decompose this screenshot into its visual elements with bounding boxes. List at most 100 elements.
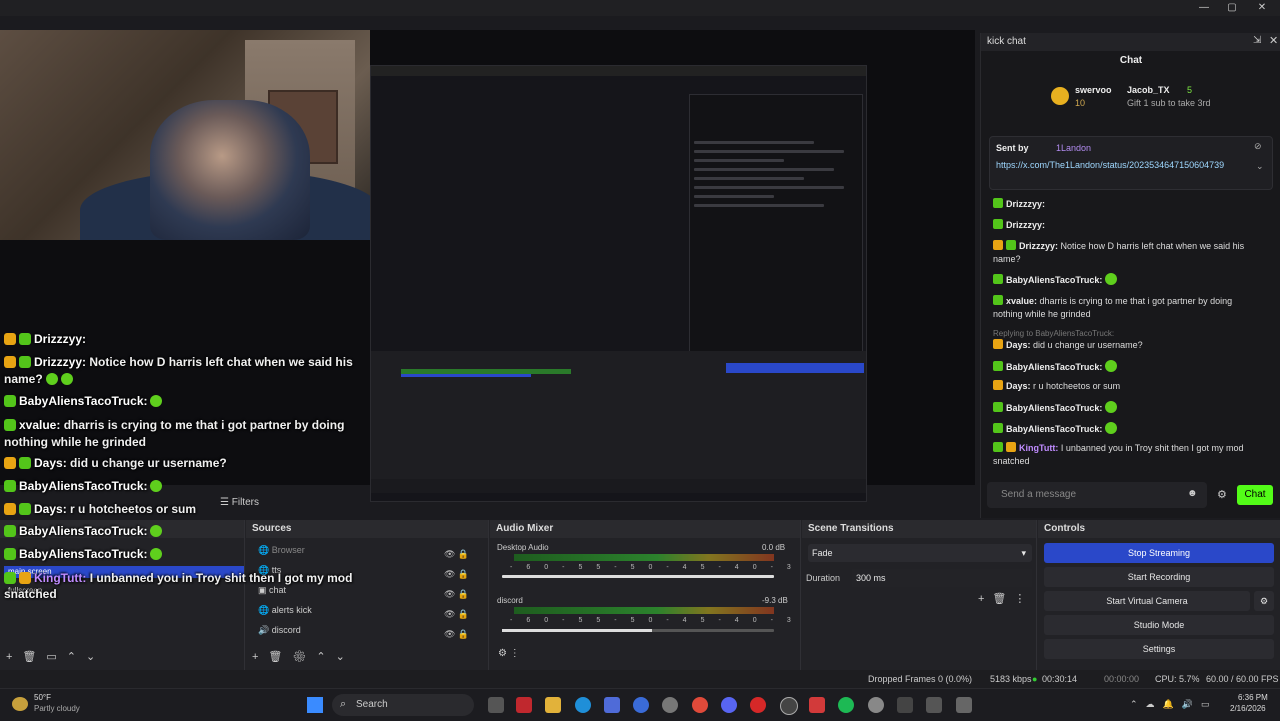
discord-meter xyxy=(514,607,774,614)
gift-coin-icon xyxy=(1051,87,1069,105)
overlay-chat-line: KingTutt: I unbanned you in Troy shit th… xyxy=(4,571,353,601)
chat-message: Drizzzyy: Notice how D harris left chat … xyxy=(993,240,1245,264)
nested-obs-dock xyxy=(371,351,866,491)
scene-toolbar[interactable]: +🗑▭⌃⌄ xyxy=(6,650,105,663)
source-toolbar[interactable]: +🗑⚙⌃⌄ xyxy=(252,650,355,663)
chat-tab-title: Chat xyxy=(1119,55,1143,66)
task-view-icon[interactable] xyxy=(488,697,504,713)
kick-chat-window: kick chat ⇲ ✕ Chat swervoo 10 Jacob_TX 5… xyxy=(980,33,1280,518)
webcam-feed xyxy=(0,30,370,240)
obs-icon[interactable] xyxy=(780,697,798,715)
pinned-amount: 10 xyxy=(1075,98,1086,108)
settings-icon[interactable] xyxy=(662,697,678,713)
source-item-discord[interactable]: 🔊 discord xyxy=(258,625,301,636)
pinned-link[interactable]: https://x.com/The1Landon/status/20235346… xyxy=(996,159,1246,171)
duration-label: Duration xyxy=(806,573,841,583)
chevron-down-icon[interactable]: ⌄ xyxy=(1256,161,1264,172)
dropped-frames: Dropped Frames 0 (0.0%) xyxy=(868,674,973,684)
pin-icon[interactable]: ⊘ xyxy=(1254,141,1262,152)
system-tray-icons[interactable]: ⌃☁🔔🔊▭ xyxy=(1130,699,1217,710)
popout-icon[interactable]: ⇲ xyxy=(1253,35,1261,46)
taskbar-date[interactable]: 2/16/2026 xyxy=(1230,704,1266,713)
maximize-button[interactable]: ▢ xyxy=(1218,0,1246,16)
sources-header: Sources xyxy=(246,520,488,538)
file-explorer-icon[interactable] xyxy=(545,697,561,713)
overlay-chat-line: Days: r u hotcheetos or sum xyxy=(4,502,196,516)
chevron-down-icon: ▾ xyxy=(1021,548,1026,558)
start-recording-button[interactable]: Start Recording xyxy=(1044,567,1274,587)
weather-icon[interactable] xyxy=(12,697,28,711)
pinned-gift-text: Gift 1 sub to take 3rd xyxy=(1127,98,1211,108)
taskbar-search[interactable]: ⌕ Search xyxy=(332,694,474,716)
desktop-audio-slider[interactable] xyxy=(502,575,774,578)
source-item-browser[interactable]: 🌐 Browser xyxy=(258,545,305,556)
close-icon[interactable]: ✕ xyxy=(1269,34,1278,47)
edge-icon[interactable] xyxy=(575,697,591,713)
pinned-user: swervoo xyxy=(1075,85,1112,95)
bitrate: 5183 kbps xyxy=(990,674,1032,684)
filters-button[interactable]: ☰ Filters xyxy=(220,497,259,508)
close-button[interactable]: ✕ xyxy=(1248,0,1276,16)
cpu-usage: CPU: 5.7% xyxy=(1155,674,1200,684)
emoji-icon[interactable]: ☻ xyxy=(1187,488,1198,499)
channel-desktop-audio-db: 0.0 dB xyxy=(762,543,786,552)
app-icon[interactable] xyxy=(516,697,532,713)
weather-desc[interactable]: Partly cloudy xyxy=(34,704,80,713)
app-icon[interactable] xyxy=(926,697,942,713)
app-icon[interactable] xyxy=(897,697,913,713)
mixer-settings-icon[interactable]: ⚙ ⋮ xyxy=(498,648,520,659)
pinned-user-2: Jacob_TX xyxy=(1127,85,1170,95)
audio-mixer-header: Audio Mixer xyxy=(490,520,800,538)
transition-select[interactable]: Fade ▾ xyxy=(808,544,1032,562)
obs-title-bar: — ▢ ✕ xyxy=(0,0,1280,16)
controls-header: Controls xyxy=(1038,520,1280,538)
kick-chat-window-title: kick chat xyxy=(987,36,1026,47)
app-icon[interactable] xyxy=(633,697,649,713)
transition-toolbar[interactable]: +🗑⋮ xyxy=(978,592,1033,605)
app-icon[interactable] xyxy=(809,697,825,713)
virtual-camera-settings-icon[interactable]: ⚙ xyxy=(1254,591,1274,611)
overlay-chat-line: Days: did u change ur username? xyxy=(4,456,227,470)
audio-mixer-panel: Audio Mixer Desktop Audio 0.0 dB -60-55-… xyxy=(490,520,1153,670)
minimize-button[interactable]: — xyxy=(1190,0,1218,16)
nested-screen-capture xyxy=(370,65,867,502)
start-windows-icon[interactable] xyxy=(307,697,323,713)
chat-message: xvalue: dharris is crying to me that i g… xyxy=(993,295,1233,319)
stream-preview[interactable]: Drizzzyy: Drizzzyy: Notice how D harris … xyxy=(0,30,975,502)
studio-mode-button[interactable]: Studio Mode xyxy=(1044,615,1274,635)
discord-slider[interactable] xyxy=(502,629,774,632)
chat-input[interactable]: Send a message ☻ xyxy=(987,482,1207,508)
weather-temp[interactable]: 50°F xyxy=(34,693,51,702)
record-app-icon[interactable] xyxy=(750,697,766,713)
pinned-link-card[interactable]: Sent by 1Landon https://x.com/The1Landon… xyxy=(989,136,1273,190)
settings-icon[interactable]: ⚙ xyxy=(1217,488,1227,501)
nested-kick-chat xyxy=(689,94,863,381)
chat-message: BabyAliensTacoTruck: xyxy=(993,422,1263,436)
chat-message: Days: r u hotcheetos or sum xyxy=(993,380,1263,393)
chat-send-button[interactable]: Chat xyxy=(1237,485,1273,505)
overlay-chat-line: BabyAliensTacoTruck: xyxy=(4,547,163,561)
store-icon[interactable] xyxy=(604,697,620,713)
start-virtual-camera-button[interactable]: Start Virtual Camera xyxy=(1044,591,1250,611)
live-time: 00:30:14 xyxy=(1042,674,1078,684)
chat-message: BabyAliensTacoTruck: xyxy=(993,360,1263,374)
windows-taskbar: 50°F Partly cloudy ⌕ Search ⌃☁🔔🔊▭ 6:36 P… xyxy=(0,688,1280,721)
stop-streaming-button[interactable]: Stop Streaming xyxy=(1044,543,1274,563)
spotify-icon[interactable] xyxy=(838,697,854,713)
overlay-chat-line: BabyAliensTacoTruck: xyxy=(4,394,163,408)
app-icon[interactable] xyxy=(956,697,972,713)
status-bar: Dropped Frames 0 (0.0%) 5183 kbps ● 00:3… xyxy=(0,670,1280,688)
chrome-icon[interactable] xyxy=(692,697,708,713)
scene-transitions-header: Scene Transitions xyxy=(802,520,1036,538)
duration-input[interactable]: 300 ms xyxy=(852,569,1032,587)
gear-icon[interactable] xyxy=(868,697,884,713)
settings-button[interactable]: Settings xyxy=(1044,639,1274,659)
chat-input-placeholder: Send a message xyxy=(1001,489,1077,500)
taskbar-time[interactable]: 6:36 PM xyxy=(1238,693,1268,702)
streamer-face xyxy=(150,100,310,240)
overlay-chat-line: BabyAliensTacoTruck: xyxy=(4,524,163,538)
source-visibility-icons[interactable]: 👁 🔒 👁 🔒 👁 🔒 👁 🔒 👁 🔒 xyxy=(444,544,469,644)
discord-icon[interactable] xyxy=(721,697,737,713)
source-item-alerts-kick[interactable]: 🌐 alerts kick xyxy=(258,605,312,616)
channel-discord-label: discord xyxy=(497,596,523,605)
